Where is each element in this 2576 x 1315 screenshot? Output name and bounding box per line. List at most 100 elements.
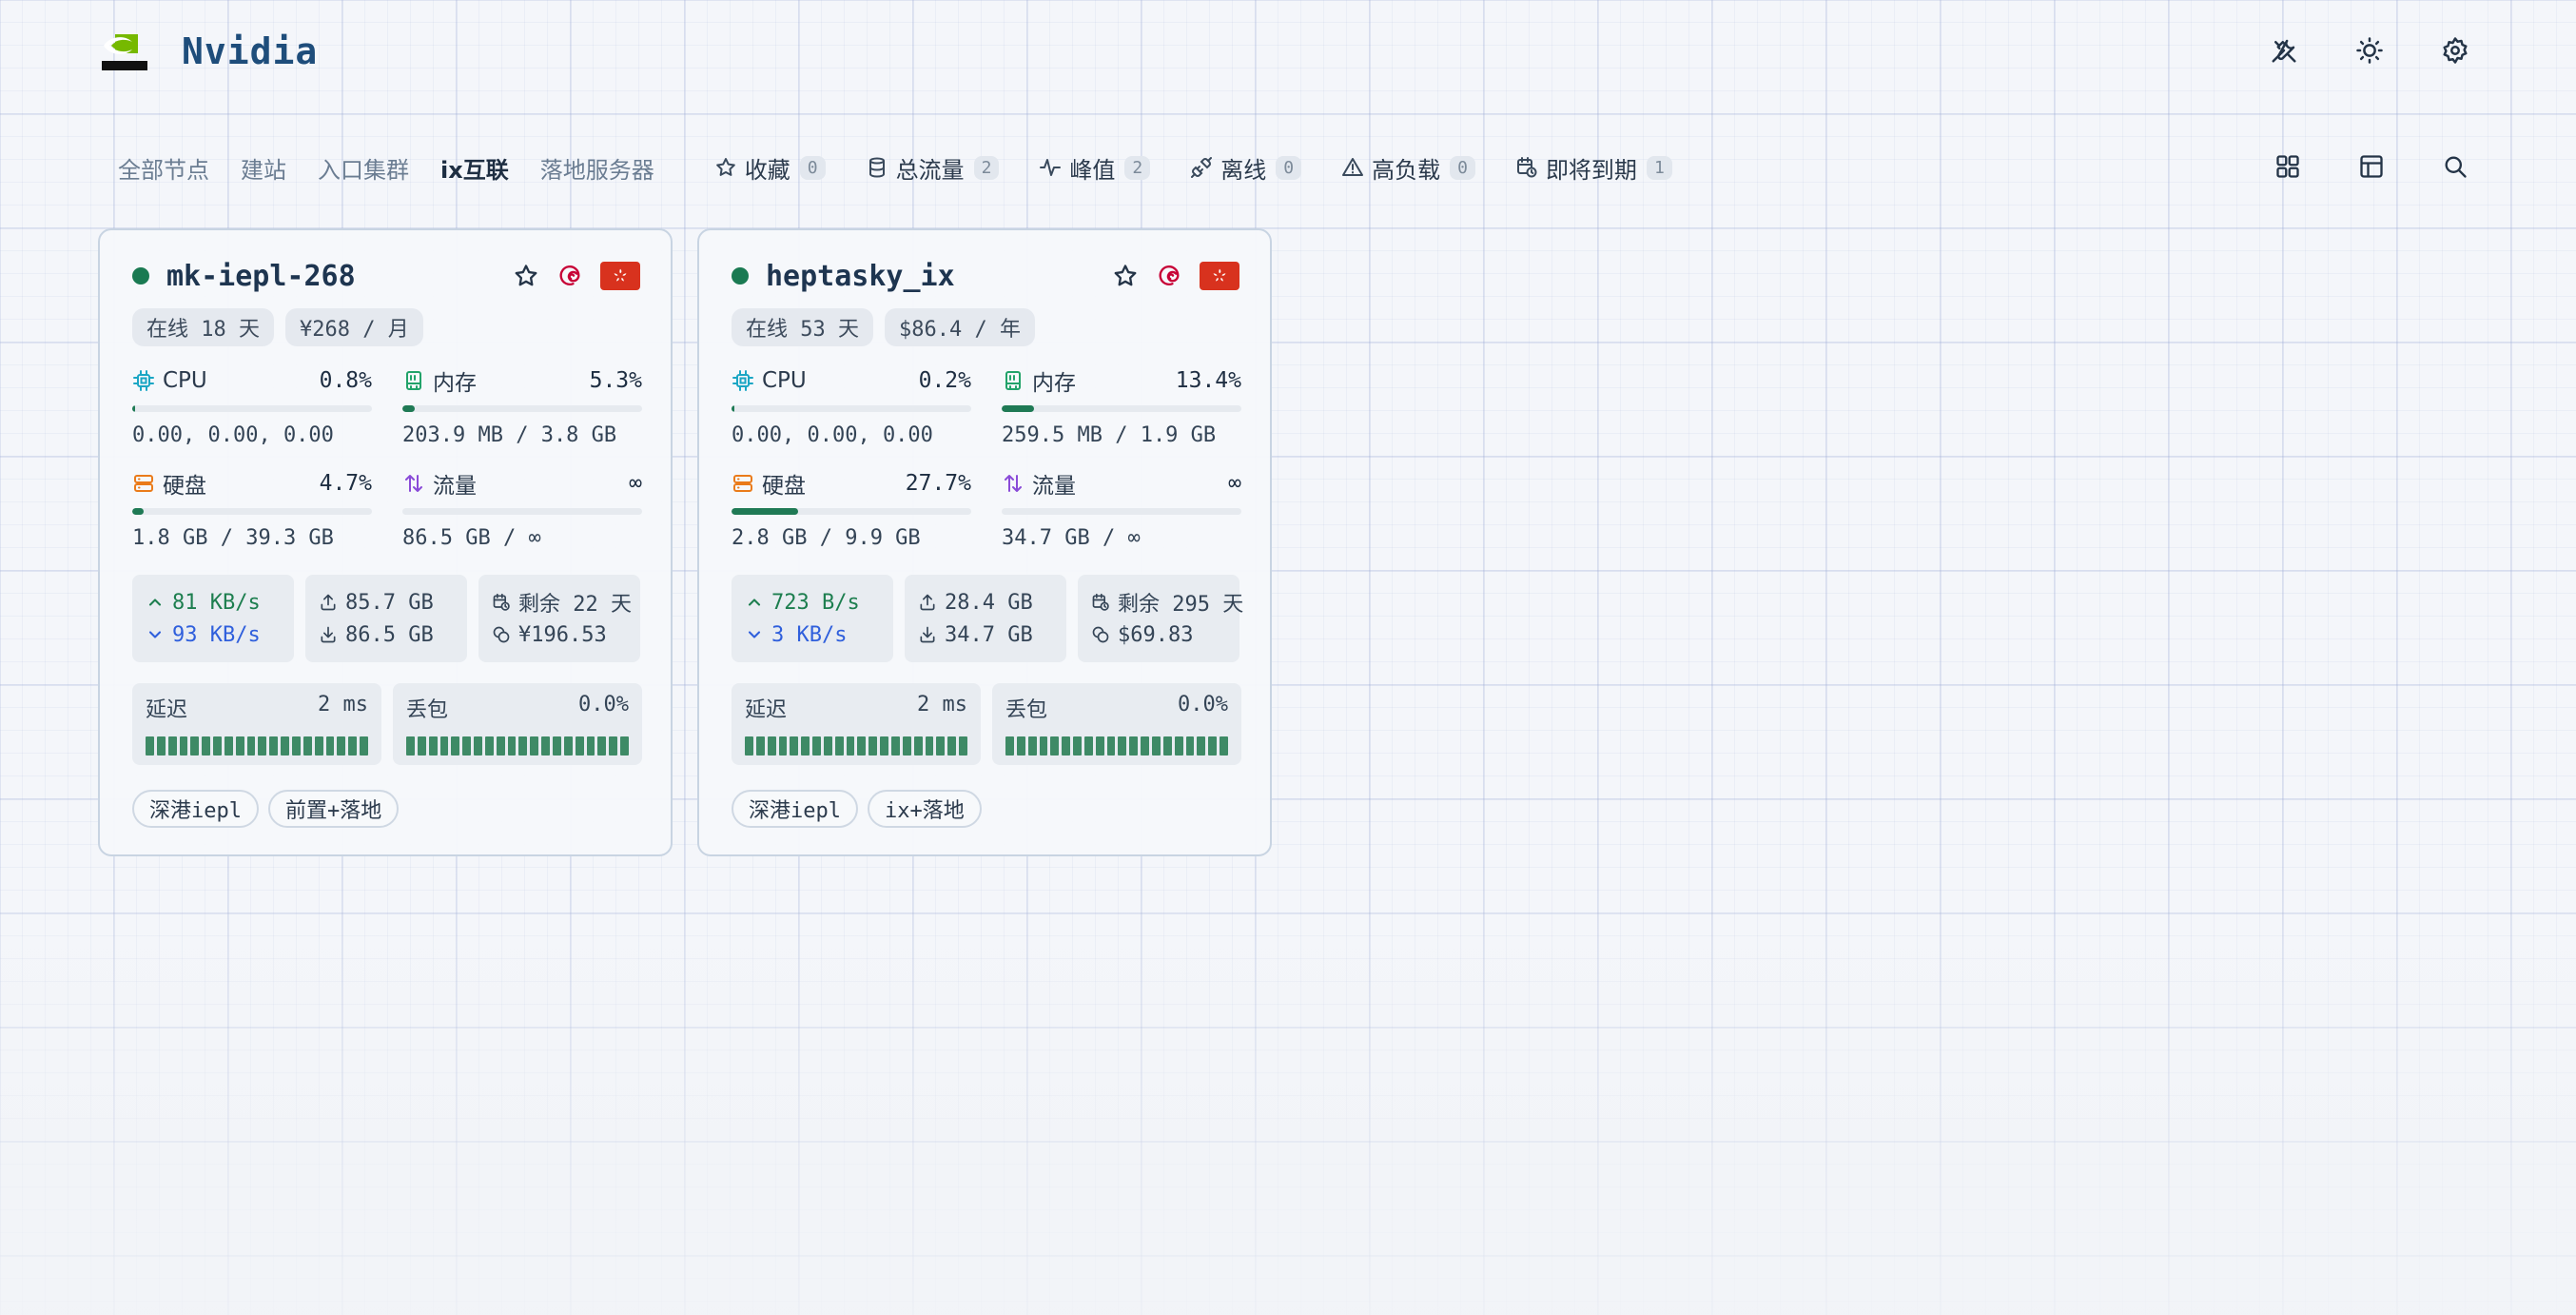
latency-panel: 延迟 2 ms <box>732 683 981 765</box>
history-segment <box>1162 736 1172 756</box>
memory-value: 13.4% <box>1175 368 1241 393</box>
hong-kong-flag-icon <box>600 262 640 290</box>
memory-metric: 内存 13.4% 259.5 MB / 1.9 GB <box>1002 365 1241 461</box>
coins-icon <box>492 625 511 644</box>
tab-ix[interactable]: ix互联 <box>440 151 509 185</box>
traffic-detail: 34.7 GB / ∞ <box>1002 526 1141 550</box>
brand-title[interactable]: Nvidia <box>182 30 318 72</box>
filter-label: 高负载 <box>1372 156 1441 184</box>
disk-detail: 1.8 GB / 39.3 GB <box>132 526 334 550</box>
history-segment <box>337 736 346 756</box>
tag[interactable]: 深港iepl <box>732 790 858 828</box>
progress-fill <box>132 508 144 515</box>
filter-count: 0 <box>1450 155 1475 180</box>
history-segment <box>1095 736 1104 756</box>
history-segment <box>1005 736 1014 756</box>
sun-icon[interactable] <box>2348 29 2391 72</box>
history-segment <box>146 736 154 756</box>
tab-entry-cluster[interactable]: 入口集群 <box>318 151 409 185</box>
days-remaining: 剩余 22 天 <box>518 593 632 617</box>
warning-icon <box>1341 156 1364 179</box>
uptime-badge: 在线 53 天 <box>732 308 873 346</box>
filter-high-load[interactable]: 高负载 0 <box>1341 151 1475 185</box>
latency-history-bars <box>745 736 967 756</box>
tab-all-nodes[interactable]: 全部节点 <box>118 151 209 185</box>
remaining-value: $69.83 <box>1118 622 1194 647</box>
tag[interactable]: 前置+落地 <box>267 790 400 828</box>
transfer-box: 85.7 GB 86.5 GB <box>305 575 467 662</box>
history-segment <box>1185 736 1195 756</box>
filter-count: 0 <box>799 155 826 180</box>
cpu-value: 0.2% <box>918 368 971 393</box>
history-segment <box>530 736 539 756</box>
history-segment <box>1208 736 1218 756</box>
disk-detail: 2.8 GB / 9.9 GB <box>732 526 921 550</box>
tag[interactable]: 深港iepl <box>132 790 259 828</box>
calendar-clock-icon <box>1515 156 1538 179</box>
history-segment <box>823 736 832 756</box>
favorite-star-icon[interactable] <box>1112 263 1139 289</box>
tag[interactable]: ix+落地 <box>867 790 982 828</box>
memory-icon <box>1002 369 1025 392</box>
packet-loss-history-bars <box>406 736 629 756</box>
memory-metric: 内存 5.3% 203.9 MB / 3.8 GB <box>402 365 642 461</box>
history-segment <box>1073 736 1082 756</box>
gear-icon[interactable] <box>2433 29 2477 72</box>
cpu-metric: CPU 0.8% 0.00, 0.00, 0.00 <box>132 365 372 461</box>
tab-site[interactable]: 建站 <box>241 151 286 185</box>
node-name[interactable]: mk-iepl-268 <box>166 260 513 293</box>
transfer-box: 28.4 GB 34.7 GB <box>905 575 1066 662</box>
filter-expiring[interactable]: 即将到期 1 <box>1515 151 1672 185</box>
history-segment <box>620 736 629 756</box>
filter-label: 峰值 <box>1069 156 1116 184</box>
memory-label: 内存 <box>1032 371 1076 396</box>
latency-label: 延迟 <box>146 698 188 722</box>
calendar-clock-icon <box>1091 593 1110 612</box>
filter-favorites[interactable]: 收藏 0 <box>714 151 826 185</box>
days-remaining: 剩余 295 天 <box>1118 593 1244 617</box>
history-segment <box>518 736 528 756</box>
node-name[interactable]: heptasky_ix <box>766 260 1112 293</box>
history-segment <box>868 736 878 756</box>
filter-offline[interactable]: 离线 0 <box>1190 151 1302 185</box>
view-actions <box>2266 145 2477 188</box>
history-segment <box>1050 736 1060 756</box>
traffic-value: ∞ <box>1228 471 1241 496</box>
history-segment <box>541 736 550 756</box>
total-upload: 85.7 GB <box>345 590 434 615</box>
memory-bar <box>402 405 642 412</box>
history-segment <box>1174 736 1183 756</box>
tag-list: 深港iepl ix+落地 <box>732 790 982 828</box>
chevron-up-icon <box>146 593 165 612</box>
total-download: 86.5 GB <box>345 622 434 647</box>
history-segment <box>179 736 188 756</box>
tools-icon[interactable] <box>2262 29 2306 72</box>
cpu-icon <box>132 369 155 392</box>
database-icon <box>866 156 888 179</box>
server-card[interactable]: mk-iepl-268 在线 18 天 ¥268 / 月 CPU 0.8% 0.0… <box>98 228 673 856</box>
server-card[interactable]: heptasky_ix 在线 53 天 $86.4 / 年 CPU 0.2% 0.… <box>697 228 1272 856</box>
nvidia-logo-icon[interactable] <box>98 29 151 74</box>
packet-loss-label: 丢包 <box>1005 698 1048 722</box>
history-segment <box>484 736 494 756</box>
favorite-star-icon[interactable] <box>513 263 539 289</box>
traffic-metric: 流量 ∞ 86.5 GB / ∞ <box>402 468 642 563</box>
hong-kong-flag-icon <box>1200 262 1239 290</box>
tab-landing-servers[interactable]: 落地服务器 <box>540 151 654 185</box>
traffic-label: 流量 <box>433 474 477 499</box>
price-badge: $86.4 / 年 <box>884 308 1035 346</box>
download-speed: 93 KB/s <box>172 622 261 647</box>
search-icon[interactable] <box>2433 145 2477 188</box>
grid-icon[interactable] <box>2266 145 2310 188</box>
download-speed: 3 KB/s <box>771 622 848 647</box>
table-icon[interactable] <box>2350 145 2393 188</box>
top-actions <box>2262 29 2477 72</box>
filter-total-traffic[interactable]: 总流量 2 <box>866 151 1000 185</box>
history-segment <box>1083 736 1093 756</box>
filter-peak[interactable]: 峰值 2 <box>1039 151 1151 185</box>
memory-detail: 203.9 MB / 3.8 GB <box>402 423 617 447</box>
cpu-bar <box>732 405 971 412</box>
cpu-load: 0.00, 0.00, 0.00 <box>732 423 933 447</box>
filter-label: 即将到期 <box>1545 156 1637 184</box>
disk-label: 硬盘 <box>762 474 806 499</box>
